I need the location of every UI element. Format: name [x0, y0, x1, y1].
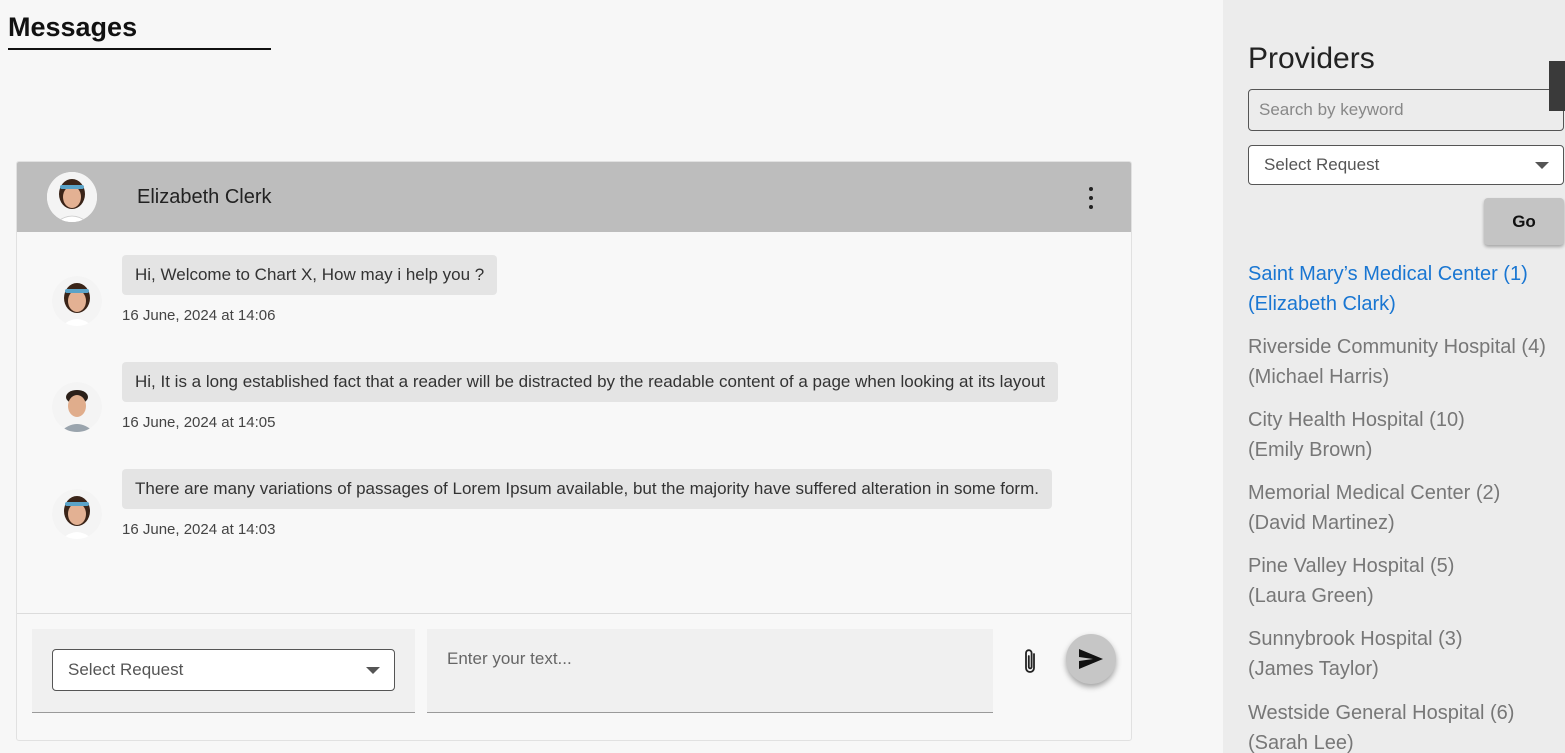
- provider-item-saint-marys[interactable]: Saint Mary’s Medical Center (1) (Elizabe…: [1248, 259, 1528, 319]
- provider-name: Memorial Medical Center (2): [1248, 482, 1501, 504]
- chevron-down-icon: [1535, 162, 1549, 169]
- send-button[interactable]: [1066, 634, 1116, 684]
- provider-item-memorial[interactable]: Memorial Medical Center (2) (David Marti…: [1248, 478, 1500, 538]
- message-input-container: [427, 629, 993, 713]
- composer-divider: [17, 613, 1131, 614]
- provider-item-city-health[interactable]: City Health Hospital (10) (Emily Brown): [1248, 405, 1465, 465]
- title-underline: [8, 48, 271, 50]
- provider-contact: (David Martinez): [1248, 512, 1395, 534]
- message-timestamp: 16 June, 2024 at 14:05: [122, 414, 276, 431]
- provider-item-westside[interactable]: Westside General Hospital (6) (Sarah Lee…: [1248, 698, 1514, 753]
- search-input[interactable]: [1248, 89, 1564, 131]
- provider-contact: (Laura Green): [1248, 585, 1374, 607]
- provider-name: Pine Valley Hospital (5): [1248, 555, 1455, 577]
- page-title: Messages: [8, 12, 138, 42]
- chat-panel: Elizabeth Clerk Hi, Welcome to Chart X, …: [16, 161, 1132, 741]
- go-button[interactable]: Go: [1484, 198, 1564, 245]
- provider-item-sunnybrook[interactable]: Sunnybrook Hospital (3) (James Taylor): [1248, 624, 1463, 684]
- provider-name: Westside General Hospital (6): [1248, 702, 1515, 724]
- provider-item-pine-valley[interactable]: Pine Valley Hospital (5) (Laura Green): [1248, 551, 1454, 611]
- paperclip-icon[interactable]: [1017, 647, 1045, 677]
- male-avatar: [52, 382, 102, 432]
- message-timestamp: 16 June, 2024 at 14:03: [122, 521, 276, 538]
- provider-contact: (Michael Harris): [1248, 366, 1390, 388]
- providers-sidebar: Providers Select Request Go Saint Mary’s…: [1223, 0, 1565, 753]
- provider-name: Saint Mary’s Medical Center (1): [1248, 263, 1528, 285]
- send-icon: [1079, 649, 1103, 669]
- provider-name: Sunnybrook Hospital (3): [1248, 628, 1463, 650]
- message-item: There are many variations of passages of…: [17, 469, 1131, 559]
- provider-contact: (Sarah Lee): [1248, 732, 1354, 753]
- provider-contact: (Elizabeth Clark): [1248, 293, 1396, 315]
- provider-select-label: Select Request: [1264, 155, 1380, 174]
- provider-item-riverside[interactable]: Riverside Community Hospital (4) (Michae…: [1248, 332, 1546, 392]
- message-bubble: Hi, It is a long established fact that a…: [122, 362, 1059, 402]
- chevron-down-icon: [366, 667, 380, 674]
- more-options-icon[interactable]: [1081, 187, 1101, 209]
- contact-name: Elizabeth Clerk: [137, 186, 272, 208]
- request-select-label: Select Request: [68, 660, 184, 679]
- request-select[interactable]: Select Request: [52, 649, 395, 691]
- message-input[interactable]: [427, 629, 993, 712]
- chat-header: Elizabeth Clerk: [17, 162, 1131, 232]
- contact-avatar: [47, 172, 97, 222]
- message-bubble: There are many variations of passages of…: [122, 469, 1052, 509]
- message-item: Hi, It is a long established fact that a…: [17, 362, 1131, 452]
- message-item: Hi, Welcome to Chart X, How may i help y…: [17, 255, 1131, 345]
- provider-contact: (James Taylor): [1248, 658, 1379, 680]
- message-bubble: Hi, Welcome to Chart X, How may i help y…: [122, 255, 498, 295]
- provider-request-select[interactable]: Select Request: [1248, 145, 1564, 185]
- female-avatar: [52, 489, 102, 539]
- collapse-sidebar-handle[interactable]: [1549, 61, 1565, 111]
- female-avatar: [52, 276, 102, 326]
- provider-contact: (Emily Brown): [1248, 439, 1373, 461]
- provider-name: City Health Hospital (10): [1248, 409, 1465, 431]
- provider-name: Riverside Community Hospital (4): [1248, 336, 1546, 358]
- request-select-container: Select Request: [32, 629, 415, 713]
- sidebar-title: Providers: [1248, 42, 1375, 75]
- message-timestamp: 16 June, 2024 at 14:06: [122, 307, 276, 324]
